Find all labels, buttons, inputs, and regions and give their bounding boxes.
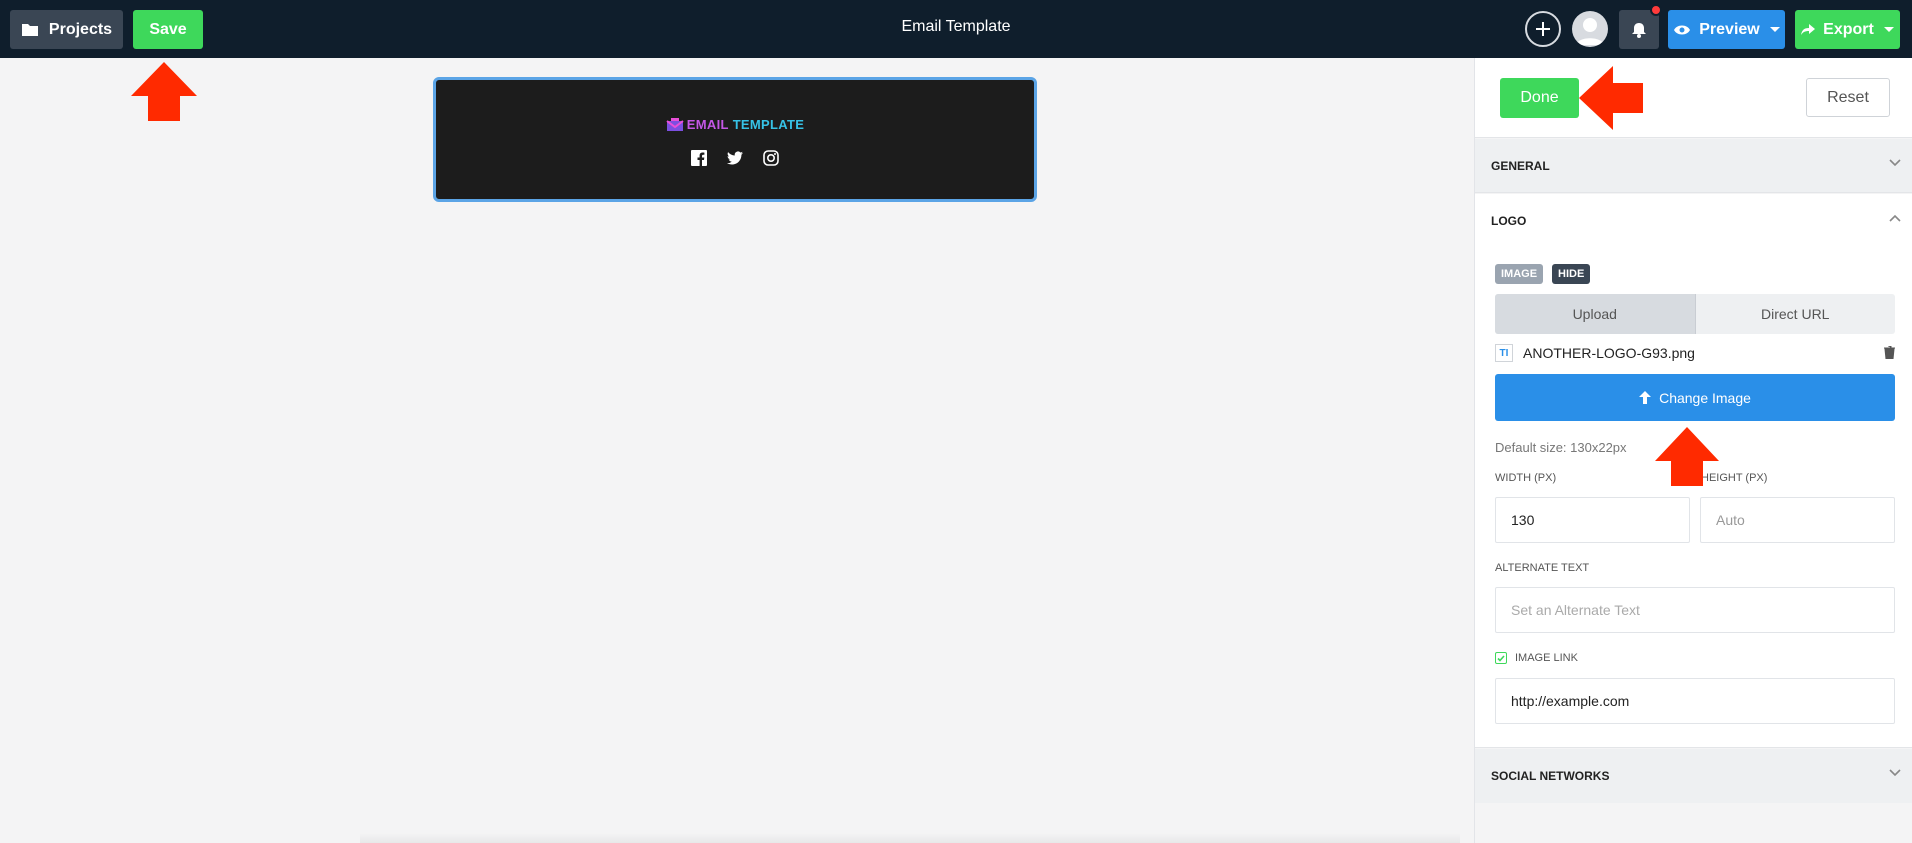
- preview-button[interactable]: Preview: [1668, 10, 1785, 49]
- tag-image[interactable]: Image: [1495, 264, 1544, 284]
- projects-label: Projects: [48, 20, 113, 38]
- email-logo-word1: MAIL: [695, 117, 729, 132]
- projects-button[interactable]: Projects: [10, 10, 123, 49]
- annotation-arrow-up-icon: [1655, 427, 1719, 486]
- chevron-down-icon: [1889, 769, 1901, 777]
- user-icon: [1576, 18, 1604, 45]
- image-link-label: Image Link: [1515, 652, 1578, 664]
- preview-label: Preview: [1699, 20, 1760, 38]
- reset-button[interactable]: Reset: [1806, 78, 1890, 117]
- facebook-icon[interactable]: [691, 150, 707, 166]
- share-icon: [1801, 23, 1816, 35]
- section-general[interactable]: General: [1475, 139, 1912, 193]
- image-link-row: Image Link: [1495, 652, 1578, 664]
- notifications-button[interactable]: [1619, 10, 1659, 49]
- alt-text-input[interactable]: Set an Alternate Text: [1495, 587, 1895, 633]
- section-social-label: Social Networks: [1491, 769, 1610, 783]
- plus-icon: [1536, 22, 1550, 36]
- source-tabs: Upload Direct URL: [1495, 294, 1895, 334]
- chevron-down-icon: [1883, 27, 1894, 32]
- add-button[interactable]: [1525, 11, 1561, 47]
- annotation-arrow-up-icon: [131, 62, 197, 121]
- change-image-label: Change Image: [1659, 389, 1751, 406]
- eye-icon: [1674, 25, 1691, 34]
- tag-hide[interactable]: Hide: [1552, 264, 1591, 284]
- folder-icon: [21, 24, 38, 36]
- height-input[interactable]: Auto: [1700, 497, 1895, 543]
- width-label: Width (px): [1495, 472, 1557, 484]
- email-header-block[interactable]: E MAIL TEMPLATE: [433, 77, 1037, 202]
- file-thumbnail: TI: [1495, 344, 1513, 362]
- chevron-down-icon: [1889, 159, 1901, 167]
- export-button[interactable]: Export: [1795, 10, 1900, 49]
- check-icon: [1497, 654, 1505, 662]
- top-bar: Projects Save Email Template Preview Exp…: [0, 0, 1912, 58]
- save-button[interactable]: Save: [133, 10, 203, 49]
- chevron-down-icon: [1769, 27, 1780, 32]
- notification-badge: [1650, 4, 1662, 16]
- annotation-arrow-left-icon: [1579, 66, 1643, 130]
- section-logo[interactable]: Logo: [1475, 194, 1912, 248]
- section-logo-label: Logo: [1491, 214, 1527, 228]
- trash-icon[interactable]: [1884, 345, 1895, 364]
- arrow-up-icon: [1639, 391, 1652, 404]
- email-logo-word2: TEMPLATE: [732, 117, 805, 132]
- image-link-input[interactable]: http://example.com: [1495, 678, 1895, 724]
- logo-settings: Image Hide Upload Direct URL TI ANOTHER-…: [1475, 248, 1912, 748]
- section-general-label: General: [1491, 158, 1550, 173]
- canvas-bottom-edge: [360, 833, 1460, 843]
- twitter-icon[interactable]: [727, 150, 743, 166]
- section-social-networks[interactable]: Social Networks: [1475, 749, 1912, 803]
- width-input[interactable]: 130: [1495, 497, 1690, 543]
- email-logo-initial: E: [686, 117, 696, 132]
- image-link-checkbox[interactable]: [1495, 652, 1507, 664]
- tab-direct-url[interactable]: Direct URL: [1696, 294, 1896, 334]
- envelope-icon: [666, 117, 684, 131]
- tab-upload[interactable]: Upload: [1495, 294, 1696, 334]
- alt-text-label: Alternate Text: [1495, 562, 1590, 574]
- social-icons: [436, 150, 1034, 166]
- avatar[interactable]: [1572, 11, 1608, 47]
- default-size-hint: Default size: 130x22px: [1495, 440, 1627, 455]
- uploaded-file: TI ANOTHER-LOGO-G93.png: [1495, 340, 1895, 366]
- instagram-icon[interactable]: [763, 150, 779, 166]
- export-label: Export: [1823, 20, 1874, 38]
- done-button[interactable]: Done: [1500, 78, 1579, 118]
- bell-icon: [1632, 22, 1646, 38]
- email-logo[interactable]: E MAIL TEMPLATE: [436, 117, 1034, 132]
- file-name: ANOTHER-LOGO-G93.png: [1523, 345, 1695, 361]
- change-image-button[interactable]: Change Image: [1495, 374, 1895, 421]
- panel-header: Done Reset: [1475, 58, 1912, 138]
- chevron-up-icon: [1889, 214, 1901, 222]
